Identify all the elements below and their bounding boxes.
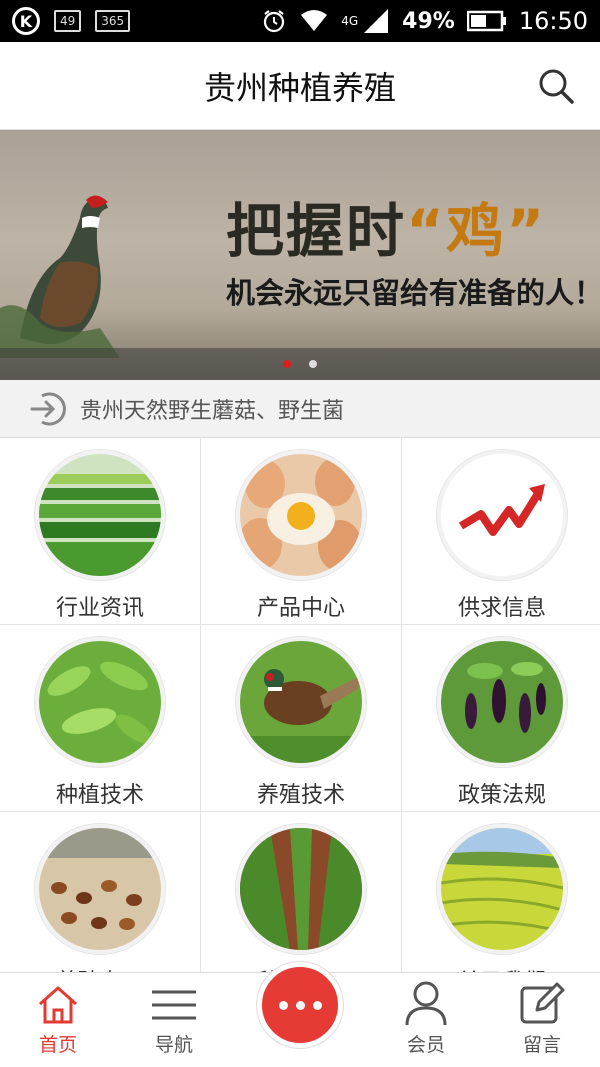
user-icon (405, 981, 447, 1026)
more-dot-icon (278, 1000, 288, 1010)
clock: 16:50 (518, 7, 588, 35)
home-icon (39, 986, 77, 1024)
trend-arrow-icon (441, 454, 563, 576)
category-label: 养殖技术 (256, 783, 345, 808)
banner-subline: 机会永远只留给有准备的人！ (226, 276, 600, 310)
login-arrow-icon (30, 392, 66, 425)
tab-member[interactable]: 会员 (368, 972, 484, 1067)
notice-bar[interactable]: 贵州天然野生蘑菇、野生菌 (0, 380, 600, 438)
banner-headline-highlight: “鸡” (406, 197, 547, 265)
tab-message[interactable]: 留言 (484, 972, 600, 1067)
tab-navigation-label: 导航 (154, 1034, 193, 1056)
eggplant-icon (441, 641, 563, 763)
wifi-icon (299, 9, 329, 33)
banner-headline: 把握时“鸡” (226, 197, 547, 265)
category-grid: 行业资讯 产品中心 供求信息 种植技术 养殖技术 政策法规 (0, 438, 600, 998)
category-label: 供求信息 (457, 596, 546, 621)
category-item-industry-news[interactable]: 行业资讯 (0, 438, 200, 624)
category-item-planting-tech[interactable]: 种植技术 (0, 625, 200, 811)
battery-percent: 49% (402, 8, 455, 34)
tab-home[interactable]: 首页 (0, 972, 116, 1067)
calendar-icon: 365 (95, 10, 131, 32)
tab-more[interactable] (232, 962, 368, 1067)
tab-member-label: 会员 (406, 1034, 445, 1056)
category-label: 政策法规 (457, 783, 546, 808)
page-title: 贵州种植养殖 (203, 68, 396, 107)
carousel-dot[interactable] (309, 360, 317, 368)
more-dot-icon (312, 1000, 322, 1010)
search-button[interactable] (536, 66, 576, 106)
crop-rows-icon (240, 828, 362, 950)
alarm-icon (261, 8, 287, 34)
category-label: 种植技术 (55, 783, 144, 808)
category-item-about-us[interactable]: 关于我们 (402, 812, 600, 998)
network-type: 4G (341, 14, 359, 28)
notification-badge: 49 (54, 10, 82, 32)
pheasant-image (0, 195, 120, 358)
tab-home-label: 首页 (38, 1034, 77, 1056)
category-item-products[interactable]: 产品中心 (201, 438, 401, 624)
signal-icon (362, 9, 390, 33)
search-icon (539, 69, 574, 104)
pheasant-icon (240, 641, 362, 763)
bottom-tab-bar: 首页 导航 会员 留言 (0, 962, 600, 1067)
category-item-supply-demand[interactable]: 供求信息 (402, 438, 600, 624)
terraces-icon (441, 828, 563, 950)
tab-message-label: 留言 (522, 1034, 561, 1056)
k-app-icon: K (12, 7, 40, 35)
category-item-breeding-special[interactable]: 养殖专一 (0, 812, 200, 998)
edit-icon (520, 982, 565, 1024)
category-label: 产品中心 (256, 596, 345, 621)
chicken-flock-icon (39, 828, 161, 950)
carousel-indicator (0, 348, 600, 380)
notice-text: 贵州天然野生蘑菇、野生菌 (80, 398, 345, 424)
leafy-plant-icon (39, 641, 161, 763)
more-button[interactable] (257, 962, 343, 1048)
more-dot-icon (295, 1000, 305, 1010)
category-item-breeding-tech[interactable]: 养殖技术 (201, 625, 401, 811)
eggs-icon (240, 454, 362, 576)
banner-carousel[interactable]: 把握时“鸡” 机会永远只留给有准备的人！ (0, 130, 600, 380)
battery-icon (466, 10, 507, 32)
carousel-dot[interactable] (283, 360, 291, 368)
tab-navigation[interactable]: 导航 (116, 972, 232, 1067)
field-rows-icon (39, 454, 161, 576)
category-item-policy[interactable]: 政策法规 (402, 625, 600, 811)
category-label: 行业资讯 (55, 596, 144, 621)
menu-icon (152, 990, 196, 1020)
status-bar: K 49 365 4G 49% 16:50 (0, 0, 600, 42)
app-header: 贵州种植养殖 (0, 42, 600, 130)
